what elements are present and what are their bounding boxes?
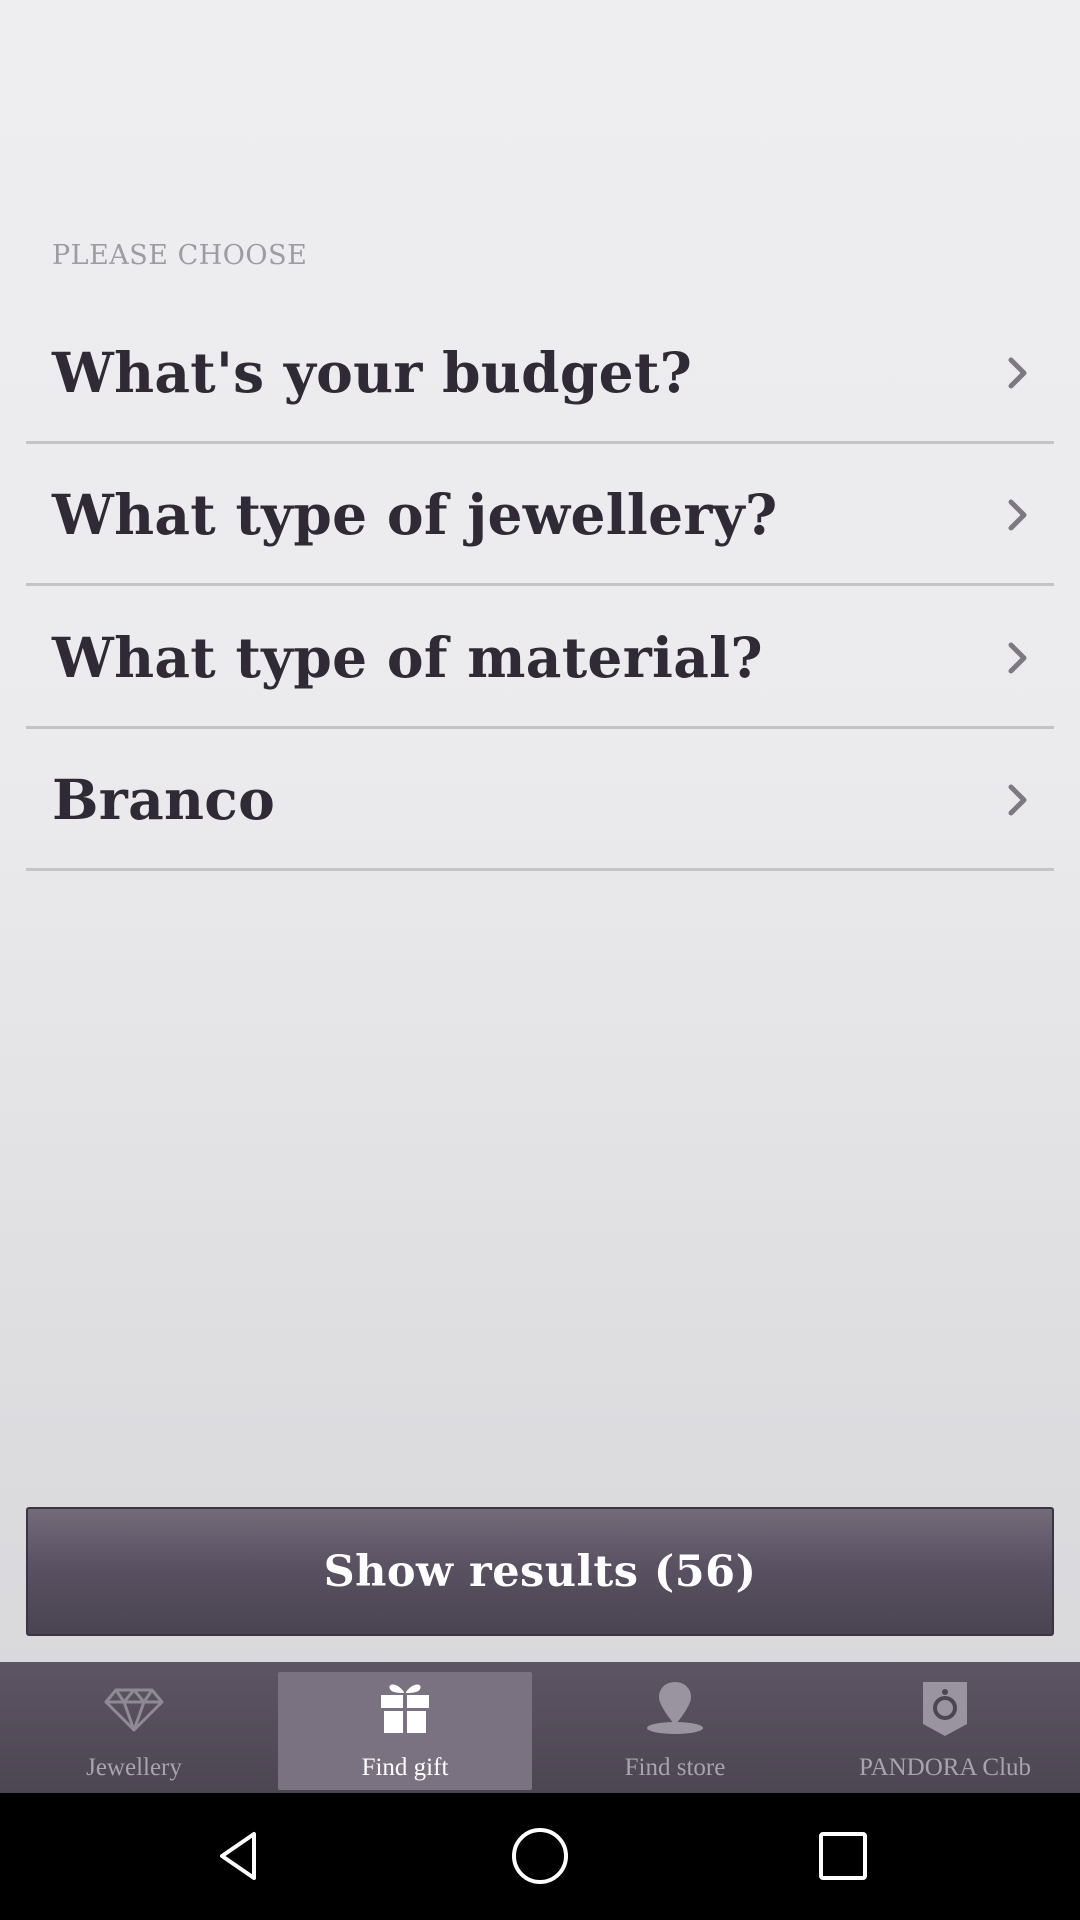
location-pin-icon [647,1682,703,1734]
tab-find-store-label: Find store [624,1754,726,1781]
tab-find-store[interactable]: Find store [548,1672,802,1790]
option-material-type-label: What type of material? [52,625,763,690]
bottom-tab-bar: Jewellery Find gift Find store PANDORA C… [0,1662,1080,1793]
tab-jewellery-label: Jewellery [86,1754,182,1781]
option-branco[interactable]: Branco [26,731,1054,871]
chevron-right-icon [1008,784,1027,815]
system-navigation-bar [0,1793,1080,1920]
option-budget-label: What's your budget? [52,340,693,405]
chevron-right-icon [1008,642,1027,673]
home-icon[interactable] [510,1826,570,1886]
tab-pandora-club-label: PANDORA Club [858,1754,1032,1781]
option-branco-label: Branco [52,767,276,832]
option-budget[interactable]: What's your budget? [26,304,1054,444]
pandora-club-icon [923,1682,967,1736]
tab-jewellery[interactable]: Jewellery [7,1672,261,1790]
chevron-right-icon [1008,357,1027,388]
find-gift-screen: PLEASE CHOOSE What's your budget? What t… [0,0,1080,1920]
diamond-icon [104,1688,164,1732]
section-label: PLEASE CHOOSE [52,240,308,271]
recent-apps-icon[interactable] [813,1826,873,1886]
gift-icon [381,1684,429,1733]
option-material-type[interactable]: What type of material? [26,589,1054,729]
show-results-button[interactable]: Show results (56) [26,1507,1054,1636]
option-jewellery-type-label: What type of jewellery? [52,482,778,547]
tab-find-gift-label: Find gift [361,1754,449,1781]
back-icon[interactable] [210,1826,270,1886]
chevron-right-icon [1008,499,1027,530]
option-jewellery-type[interactable]: What type of jewellery? [26,446,1054,586]
tab-pandora-club[interactable]: PANDORA Club [818,1672,1072,1790]
tab-find-gift[interactable]: Find gift [278,1672,532,1790]
